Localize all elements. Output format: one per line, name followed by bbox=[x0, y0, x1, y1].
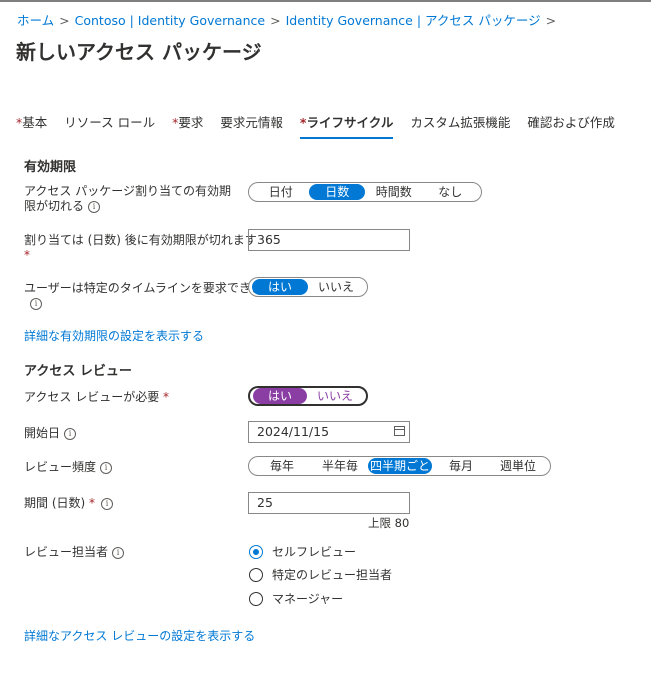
reviewer-option-label: 特定のレビュー担当者 bbox=[272, 568, 393, 582]
required-mark: * bbox=[89, 496, 96, 510]
frequency-option-quarterly[interactable]: 四半期ごと bbox=[368, 458, 432, 474]
reviewers-label: レビュー担当者 i bbox=[24, 545, 125, 560]
expires-option-never[interactable]: なし bbox=[422, 184, 478, 200]
breadcrumb-access-packages[interactable]: Identity Governance | アクセス パッケージ bbox=[286, 13, 541, 28]
review-required-option-yes[interactable]: はい bbox=[253, 388, 307, 404]
reviewer-option-label: セルフレビュー bbox=[272, 545, 357, 559]
duration-limit-hint: 上限 80 bbox=[368, 516, 410, 530]
frequency-option-monthly[interactable]: 毎月 bbox=[432, 458, 490, 474]
reviewers-label-text: レビュー担当者 bbox=[24, 545, 109, 559]
tab-review-create[interactable]: 確認および作成 bbox=[527, 112, 615, 139]
review-frequency-label: レビュー頻度 i bbox=[24, 460, 113, 475]
timeline-option-yes[interactable]: はい bbox=[252, 279, 308, 295]
expiration-heading: 有効期限 bbox=[24, 160, 77, 175]
tab-label: 確認および作成 bbox=[527, 115, 615, 130]
tab-resource-roles[interactable]: リソース ロール bbox=[64, 112, 155, 139]
top-divider bbox=[0, 0, 651, 2]
review-frequency-label-text: レビュー頻度 bbox=[24, 460, 97, 474]
start-date-input[interactable]: 2024/11/15 bbox=[248, 421, 410, 443]
tab-label: 要求元情報 bbox=[220, 115, 283, 130]
tab-requests[interactable]: *要求 bbox=[172, 112, 203, 139]
tab-lifecycle[interactable]: *ライフサイクル bbox=[299, 112, 394, 139]
timeline-option-no[interactable]: いいえ bbox=[308, 279, 364, 295]
timeline-label-text: ユーザーは特定のタイムラインを要求できます bbox=[24, 281, 275, 295]
access-review-heading: アクセス レビュー bbox=[24, 364, 132, 379]
info-icon[interactable]: i bbox=[112, 546, 125, 559]
info-icon[interactable]: i bbox=[30, 297, 42, 310]
review-required-toggle: はい いいえ bbox=[248, 386, 368, 406]
expires-label-text: アクセス パッケージ割り当ての有効期限が切れる bbox=[24, 184, 231, 213]
reviewer-option-specific[interactable]: 特定のレビュー担当者 bbox=[249, 566, 392, 583]
start-date-label-text: 開始日 bbox=[24, 426, 61, 440]
frequency-option-annually[interactable]: 毎年 bbox=[252, 458, 312, 474]
review-required-label: アクセス レビューが必要 * bbox=[24, 390, 169, 405]
reviewer-option-manager[interactable]: マネージャー bbox=[249, 590, 343, 607]
duration-input[interactable]: 25 bbox=[248, 492, 410, 514]
info-icon[interactable]: i bbox=[101, 497, 114, 510]
tab-label: カスタム拡張機能 bbox=[410, 115, 511, 130]
radio-selected[interactable] bbox=[249, 544, 263, 559]
info-icon[interactable]: i bbox=[88, 200, 101, 213]
tab-label: 要求 bbox=[178, 115, 204, 130]
review-frequency-selector: 毎年 半年毎 四半期ごと 毎月 週単位 bbox=[248, 456, 551, 476]
tab-custom-extensions[interactable]: カスタム拡張機能 bbox=[410, 112, 510, 139]
expires-option-days[interactable]: 日数 bbox=[309, 184, 365, 200]
page-title: 新しいアクセス パッケージ bbox=[16, 40, 262, 64]
review-required-option-no[interactable]: いいえ bbox=[307, 388, 363, 404]
frequency-option-weekly[interactable]: 週単位 bbox=[490, 458, 546, 474]
info-icon[interactable]: i bbox=[100, 461, 113, 474]
calendar-icon[interactable] bbox=[394, 426, 405, 436]
breadcrumb-separator: > bbox=[545, 13, 557, 28]
breadcrumb-home[interactable]: ホーム bbox=[17, 13, 54, 28]
reviewer-option-self[interactable]: セルフレビュー bbox=[249, 543, 356, 560]
start-date-value: 2024/11/15 bbox=[257, 424, 330, 439]
reviewer-option-label: マネージャー bbox=[272, 592, 344, 606]
days-label: 割り当ては (日数) 後に有効期限が切れます * bbox=[24, 233, 257, 263]
required-mark: * bbox=[24, 248, 30, 262]
wizard-tabs: *基本 リソース ロール *要求 要求元情報 *ライフサイクル カスタム拡張機能… bbox=[16, 112, 632, 139]
expires-option-date[interactable]: 日付 bbox=[252, 184, 309, 200]
required-mark: * bbox=[163, 390, 170, 404]
duration-label-text: 期間 (日数) bbox=[24, 496, 86, 510]
timeline-label: ユーザーは特定のタイムラインを要求できます *i bbox=[24, 281, 285, 311]
expires-label: アクセス パッケージ割り当ての有効期限が切れる i bbox=[24, 184, 242, 214]
breadcrumb-contoso[interactable]: Contoso | Identity Governance bbox=[75, 13, 265, 28]
tab-label: 基本 bbox=[22, 115, 48, 130]
days-label-text: 割り当ては (日数) 後に有効期限が切れます bbox=[24, 233, 257, 247]
timeline-toggle: はい いいえ bbox=[248, 277, 368, 297]
tab-requestor-info[interactable]: 要求元情報 bbox=[220, 112, 283, 139]
tab-basics[interactable]: *基本 bbox=[16, 112, 47, 139]
tab-label: ライフサイクル bbox=[306, 115, 394, 130]
breadcrumb-separator: > bbox=[270, 13, 281, 28]
tab-label: リソース ロール bbox=[64, 115, 156, 130]
advanced-review-link[interactable]: 詳細なアクセス レビューの設定を表示する bbox=[24, 627, 255, 644]
advanced-expiration-link[interactable]: 詳細な有効期限の設定を表示する bbox=[24, 327, 204, 344]
expires-option-hours[interactable]: 時間数 bbox=[365, 184, 422, 200]
more-options-button[interactable]: ... bbox=[248, 40, 261, 56]
frequency-option-semiannually[interactable]: 半年毎 bbox=[312, 458, 368, 474]
breadcrumb: ホーム > Contoso | Identity Governance > Identi… bbox=[17, 10, 561, 29]
expire-days-input[interactable]: 365 bbox=[248, 229, 410, 251]
start-date-label: 開始日 i bbox=[24, 426, 77, 441]
expires-type-selector: 日付 日数 時間数 なし bbox=[248, 182, 482, 202]
breadcrumb-separator: > bbox=[59, 13, 70, 28]
duration-label: 期間 (日数) * i bbox=[24, 496, 114, 511]
review-required-label-text: アクセス レビューが必要 bbox=[24, 390, 160, 404]
radio-unselected[interactable] bbox=[249, 591, 263, 606]
radio-unselected[interactable] bbox=[249, 567, 263, 582]
info-icon[interactable]: i bbox=[64, 427, 77, 440]
